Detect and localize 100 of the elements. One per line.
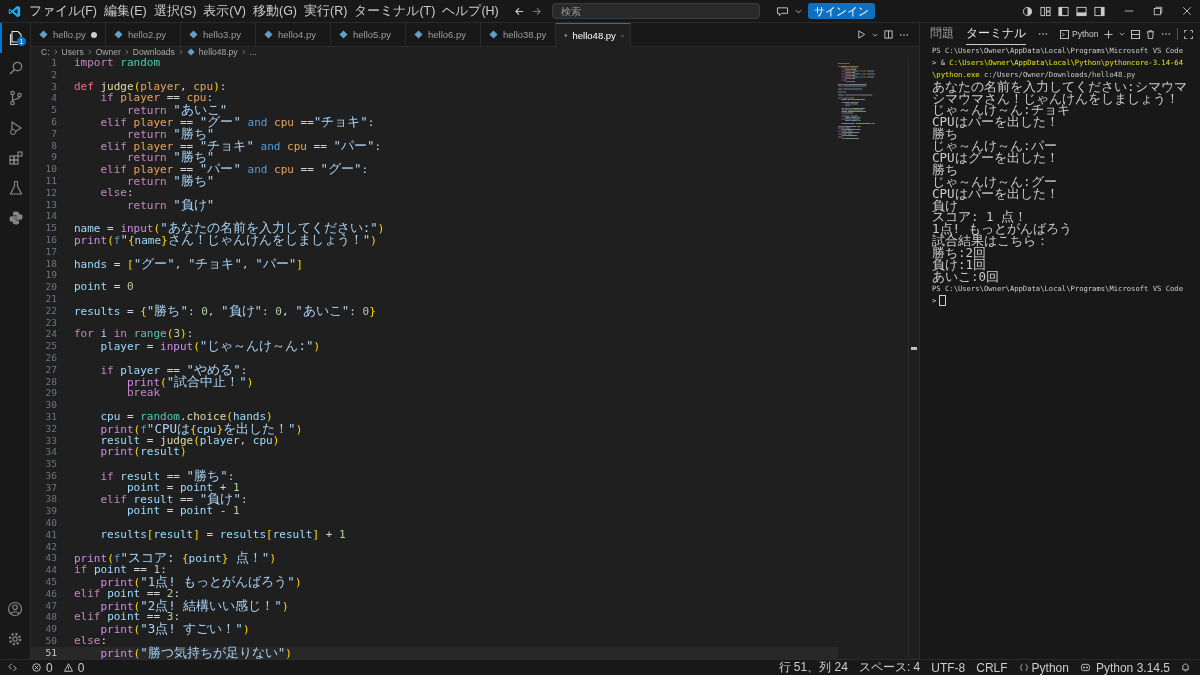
terminal-line: じゃ～んけ～ん:グー (932, 175, 1057, 188)
python-icon[interactable] (8, 210, 24, 226)
sign-in-button[interactable]: サインイン (807, 3, 875, 19)
panel-tab[interactable]: ターミナル (966, 23, 1026, 45)
secondary-sidebar-icon[interactable] (1094, 5, 1105, 17)
menu-item[interactable]: 実行(R) (304, 2, 348, 20)
status-item[interactable]: 行 51、列 24 (778, 659, 848, 675)
status-item[interactable]: CRLF (976, 660, 1008, 675)
braces-icon[interactable] (1018, 663, 1029, 672)
line-number: 28 (44, 375, 57, 388)
split-editor-icon[interactable] (884, 30, 893, 39)
language-mode[interactable]: Python (1031, 660, 1069, 675)
layout-icon[interactable] (1040, 5, 1051, 17)
run-icon[interactable] (857, 30, 866, 39)
breadcrumb-item[interactable]: Users (61, 47, 84, 57)
menu-item[interactable]: 選択(S) (153, 2, 197, 20)
caret-icon[interactable] (872, 31, 878, 38)
chevron-icon (87, 49, 92, 55)
line-number: 4 (50, 92, 57, 105)
file-tab[interactable]: hello5.py (331, 23, 406, 46)
breadcrumb-item[interactable]: ... (249, 47, 257, 57)
search-icon[interactable] (8, 60, 24, 76)
sidebar-toggle-icon[interactable] (1058, 5, 1069, 17)
error-icon[interactable] (32, 663, 41, 672)
menu-item[interactable]: 移動(G) (253, 2, 298, 20)
line-number: 11 (44, 174, 57, 187)
python-file-icon (39, 30, 48, 39)
line-number: 47 (44, 599, 57, 612)
line-number: 43 (44, 552, 57, 565)
chat-icon[interactable] (775, 5, 789, 17)
line-number: 12 (44, 186, 57, 199)
menu-item[interactable]: 編集(E) (103, 2, 147, 20)
code-line: for i in range(3): (74, 328, 194, 341)
code-line: print("3点! すごい！") (100, 623, 250, 636)
line-number: 14 (44, 210, 57, 223)
files-icon[interactable] (8, 30, 24, 46)
menu-item[interactable]: 表示(V) (203, 2, 246, 20)
code-line: print(f"CPUは{cpu}を出した！") (99, 422, 303, 435)
back-arrow-icon[interactable] (513, 5, 525, 17)
line-number: 27 (44, 363, 57, 376)
code-line: print("勝つ気持ちが足りない") (99, 646, 292, 659)
run-debug-icon[interactable] (8, 120, 24, 136)
forward-arrow-icon[interactable] (530, 5, 542, 17)
split-terminal-icon[interactable] (1131, 29, 1141, 39)
flask-icon[interactable] (8, 180, 24, 196)
line-number: 6 (50, 116, 57, 128)
trash-icon[interactable] (1146, 29, 1156, 39)
menu-item[interactable]: ファイル(F) (29, 2, 97, 20)
breadcrumb-item[interactable]: C: (41, 47, 50, 57)
code-line: return "負け" (125, 198, 215, 211)
python-interpreter[interactable]: Python 3.14.5 (1095, 660, 1170, 675)
menu-item[interactable]: ターミナル(T) (354, 2, 436, 20)
search-field[interactable]: 検索 (551, 3, 760, 19)
code-line: return "勝ち" (126, 151, 215, 164)
caret-icon[interactable] (794, 7, 802, 15)
file-tab[interactable]: hello.py (31, 23, 106, 46)
more-icon[interactable] (899, 32, 909, 37)
file-tab[interactable]: hello4.py (256, 23, 331, 46)
terminal-icon[interactable] (1060, 29, 1069, 39)
caret-icon[interactable] (1119, 31, 1126, 37)
extensions-icon[interactable] (8, 150, 24, 166)
warning-icon[interactable] (63, 663, 73, 672)
error-count[interactable]: 0 (46, 660, 53, 675)
terminal-name[interactable]: Python (1072, 29, 1099, 39)
file-tab[interactable]: hello2.py (106, 23, 181, 46)
terminal-line: 勝ち (932, 128, 958, 141)
terminal-line: じゃ～んけ～ん:パー (932, 140, 1057, 153)
terminal-line: あなたの名前を入力してください:シマウマ (932, 80, 1187, 93)
line-number: 26 (44, 351, 57, 364)
panel-toggle-icon[interactable] (1076, 5, 1087, 17)
panel-tab[interactable]: 問題 (930, 23, 954, 45)
file-tab[interactable]: hello6.py (406, 23, 481, 46)
line-number: 9 (50, 151, 57, 164)
remote-icon[interactable] (8, 663, 17, 672)
branch-icon[interactable] (8, 90, 24, 106)
line-number: 35 (44, 458, 57, 470)
plus-icon[interactable] (1104, 29, 1114, 39)
breadcrumb-item[interactable]: hello48.py (198, 47, 238, 57)
status-item[interactable]: スペース: 4 (858, 659, 921, 675)
maximize-icon[interactable] (1184, 29, 1194, 39)
more-icon[interactable] (1161, 32, 1172, 36)
bell-icon[interactable] (1181, 663, 1190, 672)
code-line: return "勝ち" (126, 174, 215, 187)
file-tab[interactable]: hello3.py (181, 23, 256, 46)
breadcrumb-item[interactable]: Downloads (132, 47, 175, 57)
close-icon[interactable] (1182, 6, 1192, 16)
line-number: 50 (44, 635, 57, 647)
code-line: if player == cpu: (99, 92, 214, 105)
more-icon[interactable] (1038, 32, 1048, 36)
file-tab[interactable]: hello48.py (556, 23, 631, 47)
restore-icon[interactable] (1153, 6, 1163, 16)
status-item[interactable]: UTF-8 (931, 660, 966, 675)
settings-icon[interactable] (7, 631, 23, 647)
breadcrumb-item[interactable]: Owner (95, 47, 121, 57)
account-icon[interactable] (7, 601, 23, 617)
terminal-line: 負け (932, 199, 958, 212)
half-circle-icon[interactable] (1022, 5, 1033, 17)
warning-count[interactable]: 0 (77, 660, 85, 675)
menu-item[interactable]: ヘルプ(H) (442, 2, 499, 20)
robot-icon[interactable] (1079, 663, 1091, 672)
